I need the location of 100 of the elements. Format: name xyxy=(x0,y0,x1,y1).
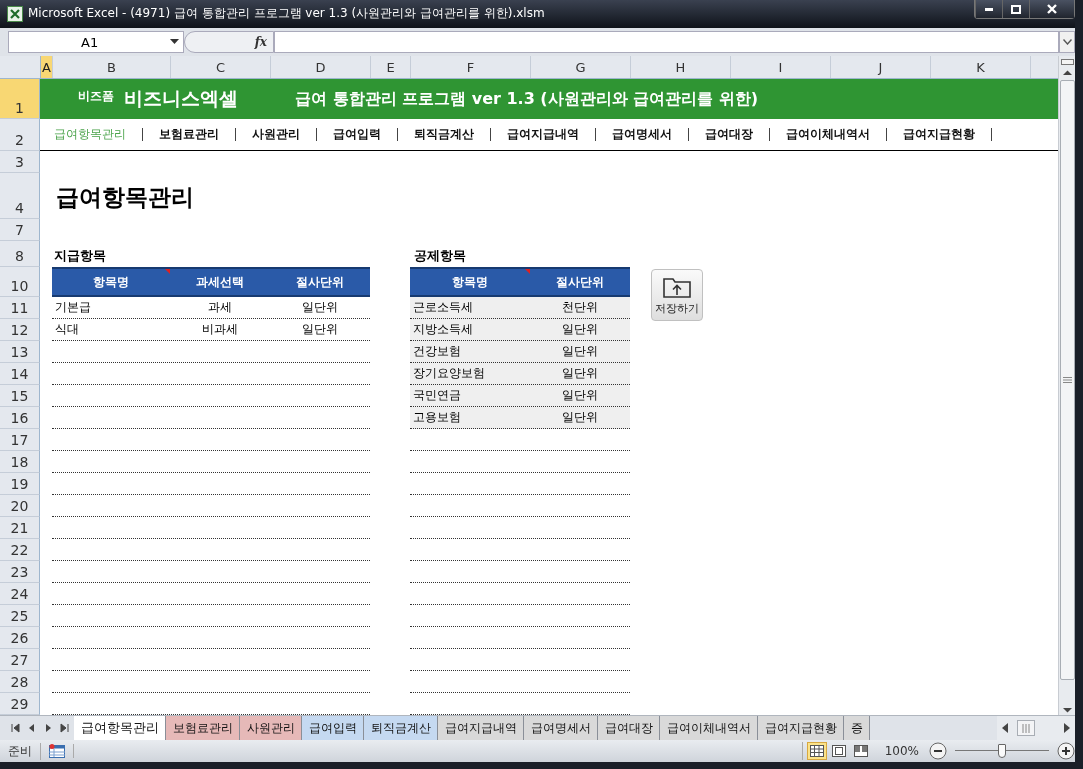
page-layout-icon xyxy=(830,744,847,759)
save-button[interactable]: 저장하기 xyxy=(651,269,703,322)
sheet-tab[interactable]: 급여항목관리 xyxy=(74,716,166,741)
close-button[interactable] xyxy=(1029,0,1074,18)
row-header[interactable]: 27 xyxy=(0,649,40,672)
row-header[interactable]: 16 xyxy=(0,407,40,430)
nav-link[interactable]: 급여이체내역서 xyxy=(770,128,887,142)
row-header[interactable]: 10 xyxy=(0,267,40,298)
nav-link[interactable]: 퇴직금계산 xyxy=(398,128,491,142)
record-macro-button[interactable] xyxy=(49,744,74,759)
sheet-tab[interactable]: 급여지급내역 xyxy=(438,716,524,741)
sheet-tab[interactable]: 급여이체내역서 xyxy=(660,716,758,741)
last-sheet-icon[interactable] xyxy=(58,722,70,735)
row-header[interactable]: 18 xyxy=(0,451,40,474)
column-heading: 항목명 xyxy=(52,269,170,296)
table-cell-text: 일단위 xyxy=(301,321,339,339)
column-heading: 절사단위 xyxy=(295,273,345,291)
normal-icon xyxy=(808,744,825,759)
horizontal-scrollbar[interactable] xyxy=(997,716,1075,741)
maximize-icon xyxy=(1011,4,1021,14)
column-header[interactable]: B xyxy=(53,56,171,79)
nav-link[interactable]: 급여대장 xyxy=(689,128,770,142)
row-header[interactable]: 15 xyxy=(0,385,40,408)
formula-input[interactable] xyxy=(274,31,1059,54)
table-cell-text: 일단위 xyxy=(561,365,599,383)
page-break-icon xyxy=(852,744,869,759)
name-box[interactable]: A1 xyxy=(8,31,184,54)
minimize-button[interactable] xyxy=(975,0,1002,18)
right-arrow-icon xyxy=(1063,722,1071,735)
row-header[interactable]: 20 xyxy=(0,495,40,518)
maximize-button[interactable] xyxy=(1002,0,1029,18)
row-header[interactable]: 19 xyxy=(0,473,40,496)
row-header[interactable]: 29 xyxy=(0,693,40,716)
nav-link[interactable]: 급여지급현황 xyxy=(887,128,992,142)
sheet-tab[interactable]: 급여입력 xyxy=(302,716,364,741)
column-header[interactable]: J xyxy=(831,56,931,79)
column-header[interactable]: D xyxy=(271,56,371,79)
slider-thumb[interactable] xyxy=(998,744,1006,759)
row-header[interactable]: 26 xyxy=(0,627,40,650)
column-header[interactable]: F xyxy=(411,56,531,79)
table-cell-text: 지방소득세 xyxy=(412,321,474,339)
row-header[interactable]: 13 xyxy=(0,341,40,364)
nav-link[interactable]: 급여지급내역 xyxy=(491,128,596,142)
sheet-tab[interactable]: 증 xyxy=(844,716,870,741)
column-header[interactable]: I xyxy=(731,56,831,79)
row-header[interactable]: 17 xyxy=(0,429,40,452)
excel-logo-icon xyxy=(7,5,23,22)
column-header[interactable]: H xyxy=(631,56,731,79)
zoom-level[interactable]: 100% xyxy=(878,744,921,759)
expand-formula-button[interactable] xyxy=(1059,31,1075,54)
row-header[interactable]: 11 xyxy=(0,297,40,320)
row-header[interactable]: 21 xyxy=(0,517,40,540)
table-cell-text: 비과세 xyxy=(201,321,239,339)
nav-link[interactable]: 보험료관리 xyxy=(143,128,236,142)
column-heading: 절사단위 xyxy=(555,273,605,291)
first-sheet-icon[interactable] xyxy=(10,722,22,735)
row-header[interactable]: 22 xyxy=(0,539,40,562)
scroll-thumb[interactable] xyxy=(1017,720,1035,737)
window-title: Microsoft Excel - (4971) 급여 통합관리 프로그램 ver 1.3 (사원관리와 급여관리를 위한).xlsm xyxy=(28,5,546,23)
row-header[interactable]: 1 xyxy=(0,79,40,120)
column-header[interactable]: C xyxy=(171,56,271,79)
table-cell-text: 근로소득세 xyxy=(412,299,474,317)
sheet-tab[interactable]: 보험료관리 xyxy=(166,716,240,741)
nav-link[interactable]: 사원관리 xyxy=(236,128,317,142)
table-cell-text: 일단위 xyxy=(561,387,599,405)
left-arrow-icon xyxy=(1001,722,1009,735)
sheet-tab[interactable]: 퇴직금계산 xyxy=(364,716,438,741)
normal-view-button[interactable] xyxy=(806,742,827,761)
row-header[interactable]: 3 xyxy=(0,151,40,174)
sheet-tab[interactable]: 사원관리 xyxy=(240,716,302,741)
sheet-tab[interactable]: 급여명세서 xyxy=(524,716,598,741)
nav-link[interactable]: 급여입력 xyxy=(317,128,398,142)
column-header[interactable]: A xyxy=(41,56,53,79)
zoom-in-icon[interactable] xyxy=(1057,742,1075,761)
row-header[interactable]: 24 xyxy=(0,583,40,606)
grip-icon xyxy=(1062,377,1072,384)
row-header[interactable]: 12 xyxy=(0,319,40,342)
sheet-tab[interactable]: 급여대장 xyxy=(598,716,660,741)
row-header[interactable]: 4 xyxy=(0,173,40,220)
row-header[interactable]: 14 xyxy=(0,363,40,386)
table-cell-text: 일단위 xyxy=(561,321,599,339)
sheet-tab[interactable]: 급여지급현황 xyxy=(758,716,844,741)
zoom-out-icon[interactable] xyxy=(929,742,947,761)
brand-tagline: 비즈폼 xyxy=(78,87,114,105)
column-header[interactable]: K xyxy=(931,56,1031,79)
column-header[interactable]: E xyxy=(371,56,411,79)
table-cell-text: 국민연금 xyxy=(412,387,462,405)
row-header[interactable]: 25 xyxy=(0,605,40,628)
column-header[interactable]: G xyxy=(531,56,631,79)
row-header[interactable]: 2 xyxy=(0,119,40,152)
row-header[interactable]: 23 xyxy=(0,561,40,584)
row-header[interactable]: 28 xyxy=(0,671,40,694)
insert-function-button[interactable]: fx xyxy=(254,35,267,50)
table-cell-text: 일단위 xyxy=(301,299,339,317)
row-header[interactable]: 8 xyxy=(0,241,40,268)
function-field[interactable]: fx xyxy=(184,31,274,54)
nav-link[interactable]: 급여명세서 xyxy=(596,128,689,142)
section-heading: 공제항목 xyxy=(413,247,467,266)
column-heading: 과세선택 xyxy=(195,273,245,291)
row-header[interactable]: 7 xyxy=(0,219,40,242)
